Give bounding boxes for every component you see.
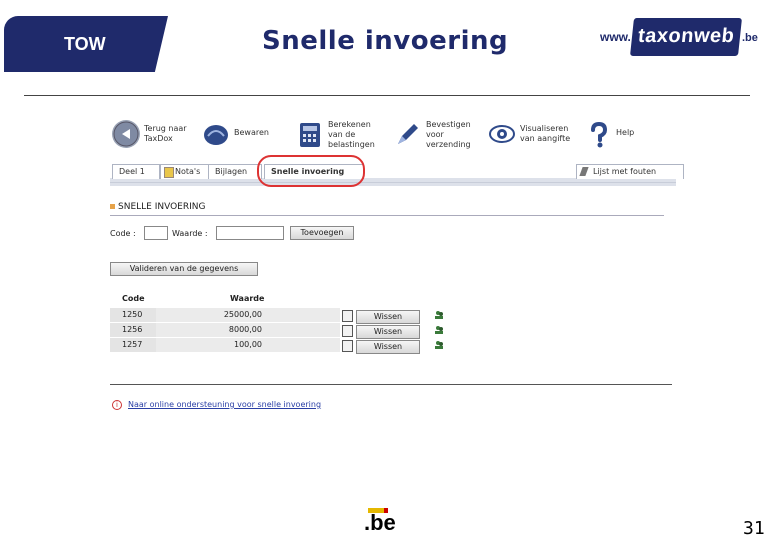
delete-button[interactable]: Wissen: [356, 340, 420, 354]
page-number: 31: [743, 518, 765, 539]
note-icon: [164, 167, 174, 178]
toolbar-help-button[interactable]: Help: [584, 118, 654, 154]
row-code: 1256: [122, 325, 143, 334]
tow-label: TOW: [64, 34, 106, 54]
people-icon[interactable]: [434, 325, 444, 335]
table-row: 1256 8000,00: [110, 323, 340, 337]
table-row: 1250 25000,00: [110, 308, 340, 322]
quick-entry-form: Code : Waarde : Toevoegen: [110, 226, 670, 242]
toolbar-confirm-label: Bevestigen voor verzending: [426, 120, 471, 149]
code-input[interactable]: [144, 226, 168, 240]
column-header-waarde: Waarde: [230, 294, 265, 303]
bottom-divider: [110, 384, 672, 385]
row-value-cell: 25000,00: [156, 308, 340, 322]
row-value: 100,00: [234, 340, 262, 349]
tow-tab: TOW: [4, 16, 168, 72]
people-icon[interactable]: [434, 310, 444, 320]
row-value: 25000,00: [223, 310, 262, 319]
tab-deel-1[interactable]: Deel 1: [112, 164, 160, 179]
question-mark-icon: [584, 120, 612, 148]
row-code: 1257: [122, 340, 143, 349]
row-value: 8000,00: [228, 325, 262, 334]
brand-tld: .be: [742, 32, 758, 44]
online-support-link[interactable]: i Naar online ondersteuning voor snelle i…: [112, 400, 321, 410]
toolbar-confirm-button[interactable]: Bevestigen voor verzending: [394, 118, 486, 154]
tab-lijst-met-fouten[interactable]: Lijst met fouten: [576, 164, 684, 179]
toolbar: Terug naar TaxDox Bewaren Berekenen van …: [106, 116, 676, 156]
tab-lijst-label: Lijst met fouten: [593, 167, 657, 176]
tab-notas-label: Nota's: [175, 167, 201, 176]
section-title-text: SNELLE INVOERING: [118, 202, 206, 212]
slide-title: Snelle invoering: [262, 26, 509, 56]
section-title: SNELLE INVOERING: [110, 202, 205, 212]
brand-name: taxonweb: [636, 25, 736, 47]
row-value-cell: 100,00: [156, 338, 340, 352]
section-divider: [110, 215, 664, 216]
pencil-icon: [579, 167, 589, 176]
validate-button[interactable]: Valideren van de gegevens: [110, 262, 258, 276]
delete-button[interactable]: Wissen: [356, 325, 420, 339]
info-icon: i: [112, 400, 122, 410]
calculator-icon: [296, 120, 324, 148]
title-divider: [24, 95, 750, 96]
toolbar-back-label: Terug naar TaxDox: [144, 124, 187, 143]
toolbar-help-label: Help: [616, 128, 635, 137]
toolbar-calculate-button[interactable]: Berekenen van de belastingen: [296, 118, 392, 154]
pen-sign-icon: [394, 120, 422, 148]
column-header-code: Code: [122, 294, 145, 303]
tab-bijlagen[interactable]: Bijlagen: [208, 164, 262, 179]
waarde-label: Waarde :: [172, 229, 208, 238]
section-bullet-icon: [110, 204, 115, 209]
table-row: 1257 100,00: [110, 338, 340, 352]
edit-icon[interactable]: [342, 310, 353, 322]
brand-box: taxonweb: [630, 18, 742, 56]
be-logo: .be: [362, 508, 410, 536]
toolbar-save-label: Bewaren: [234, 128, 269, 137]
delete-button[interactable]: Wissen: [356, 310, 420, 324]
toolbar-visualize-label: Visualiseren van aangifte: [520, 124, 571, 143]
taxonweb-logo: www. taxonweb .be: [600, 14, 760, 58]
toolbar-calculate-label: Berekenen van de belastingen: [328, 120, 375, 149]
waarde-input[interactable]: [216, 226, 284, 240]
edit-icon[interactable]: [342, 340, 353, 352]
brand-www: www.: [600, 30, 631, 44]
back-arrow-icon: [112, 120, 140, 148]
edit-icon[interactable]: [342, 325, 353, 337]
toolbar-visualize-button[interactable]: Visualiseren van aangifte: [488, 118, 584, 154]
be-logo-text: .be: [364, 510, 396, 535]
online-support-link-text: Naar online ondersteuning voor snelle in…: [128, 400, 322, 409]
code-label: Code :: [110, 229, 136, 238]
tab-bar: Deel 1 Nota's Bijlagen Snelle invoering …: [110, 160, 684, 183]
tax-on-web-app: Terug naar TaxDox Bewaren Berekenen van …: [106, 116, 684, 416]
add-button[interactable]: Toevoegen: [290, 226, 354, 240]
eye-icon: [488, 120, 516, 148]
row-code: 1250: [122, 310, 143, 319]
row-value-cell: 8000,00: [156, 323, 340, 337]
active-tab-highlight-circle: [257, 155, 365, 187]
save-hand-icon: [202, 120, 230, 148]
people-icon[interactable]: [434, 340, 444, 350]
toolbar-back-button[interactable]: Terug naar TaxDox: [112, 118, 202, 154]
toolbar-save-button[interactable]: Bewaren: [202, 118, 292, 154]
